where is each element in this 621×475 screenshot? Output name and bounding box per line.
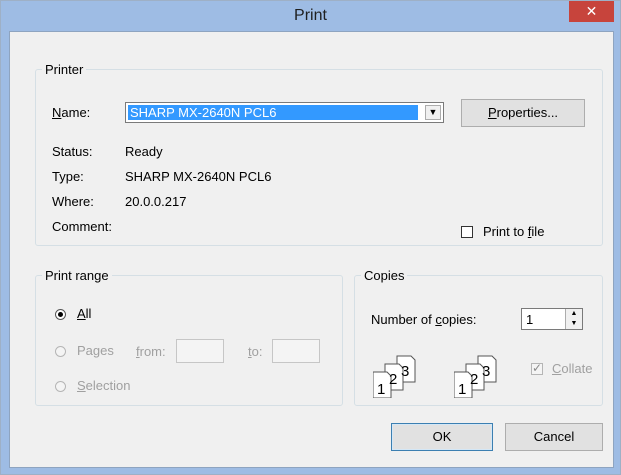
spin-down-icon[interactable]: ▼ [566, 319, 582, 329]
number-of-copies-label: Number of copies: [371, 312, 477, 327]
status-value: Ready [125, 144, 163, 159]
copies-group-title: Copies [364, 268, 405, 283]
collate-page-digit: 3 [482, 363, 490, 380]
to-input[interactable] [272, 339, 320, 363]
radio-selection[interactable] [55, 381, 66, 392]
from-input[interactable] [176, 339, 224, 363]
collate-page-digit: 1 [458, 381, 466, 398]
type-label: Type: [52, 169, 84, 184]
print-to-file-label[interactable]: Print to file [483, 224, 544, 239]
printer-name-select[interactable]: SHARP MX-2640N PCL6 ▼ [125, 102, 444, 123]
collate-checkbox[interactable]: ✓ [531, 361, 543, 375]
radio-all-label[interactable]: All [77, 306, 91, 321]
dialog-body: Printer Name: SHARP MX-2640N PCL6 ▼ Prop… [9, 31, 614, 468]
radio-pages[interactable] [55, 346, 66, 357]
radio-selection-label[interactable]: Selection [77, 378, 130, 393]
where-label: Where: [52, 194, 94, 209]
collate-label[interactable]: Collate [552, 361, 592, 376]
close-button[interactable]: ✕ [569, 1, 614, 22]
printer-name-value: SHARP MX-2640N PCL6 [128, 105, 418, 120]
print-range-group: Print range All Pages from: to: Selectio… [35, 268, 343, 406]
cancel-button[interactable]: Cancel [505, 423, 603, 451]
collate-pages-icon: 3 2 1 [454, 355, 497, 398]
ok-button[interactable]: OK [391, 423, 493, 451]
collate-page-digit: 2 [389, 371, 397, 388]
collate-pages-icon: 3 2 1 [373, 355, 416, 398]
print-dialog-window: Print ✕ Printer Name: SHARP MX-2640N PCL… [0, 0, 621, 475]
printer-group-title: Printer [45, 62, 84, 77]
print-to-file-checkbox[interactable] [461, 226, 473, 238]
status-label: Status: [52, 144, 93, 159]
copies-value: 1 [526, 312, 534, 327]
collate-page-digit: 2 [470, 371, 478, 388]
spin-buttons: ▲ ▼ [565, 309, 582, 329]
where-value: 20.0.0.217 [125, 194, 187, 209]
copies-spinner[interactable]: 1 ▲ ▼ [521, 308, 583, 330]
radio-all[interactable] [55, 309, 66, 320]
name-label: Name: [52, 105, 91, 120]
from-label: from: [136, 344, 166, 359]
type-value: SHARP MX-2640N PCL6 [125, 169, 272, 184]
comment-label: Comment: [52, 219, 112, 234]
properties-button[interactable]: Properties... [461, 99, 585, 127]
window-title: Print [294, 7, 327, 24]
title-bar[interactable]: Print ✕ [1, 1, 620, 31]
print-range-group-title: Print range [45, 268, 109, 283]
collate-page-digit: 1 [377, 381, 385, 398]
checkmark-icon: ✓ [532, 361, 543, 375]
close-icon: ✕ [585, 3, 598, 19]
printer-group: Printer Name: SHARP MX-2640N PCL6 ▼ Prop… [35, 62, 603, 246]
radio-pages-label[interactable]: Pages [77, 343, 114, 358]
chevron-down-icon[interactable]: ▼ [425, 105, 441, 120]
copies-group: Copies Number of copies: 1 ▲ ▼ 3 2 1 3 2… [354, 268, 603, 406]
to-label: to: [248, 344, 263, 359]
collate-page-digit: 3 [401, 363, 409, 380]
